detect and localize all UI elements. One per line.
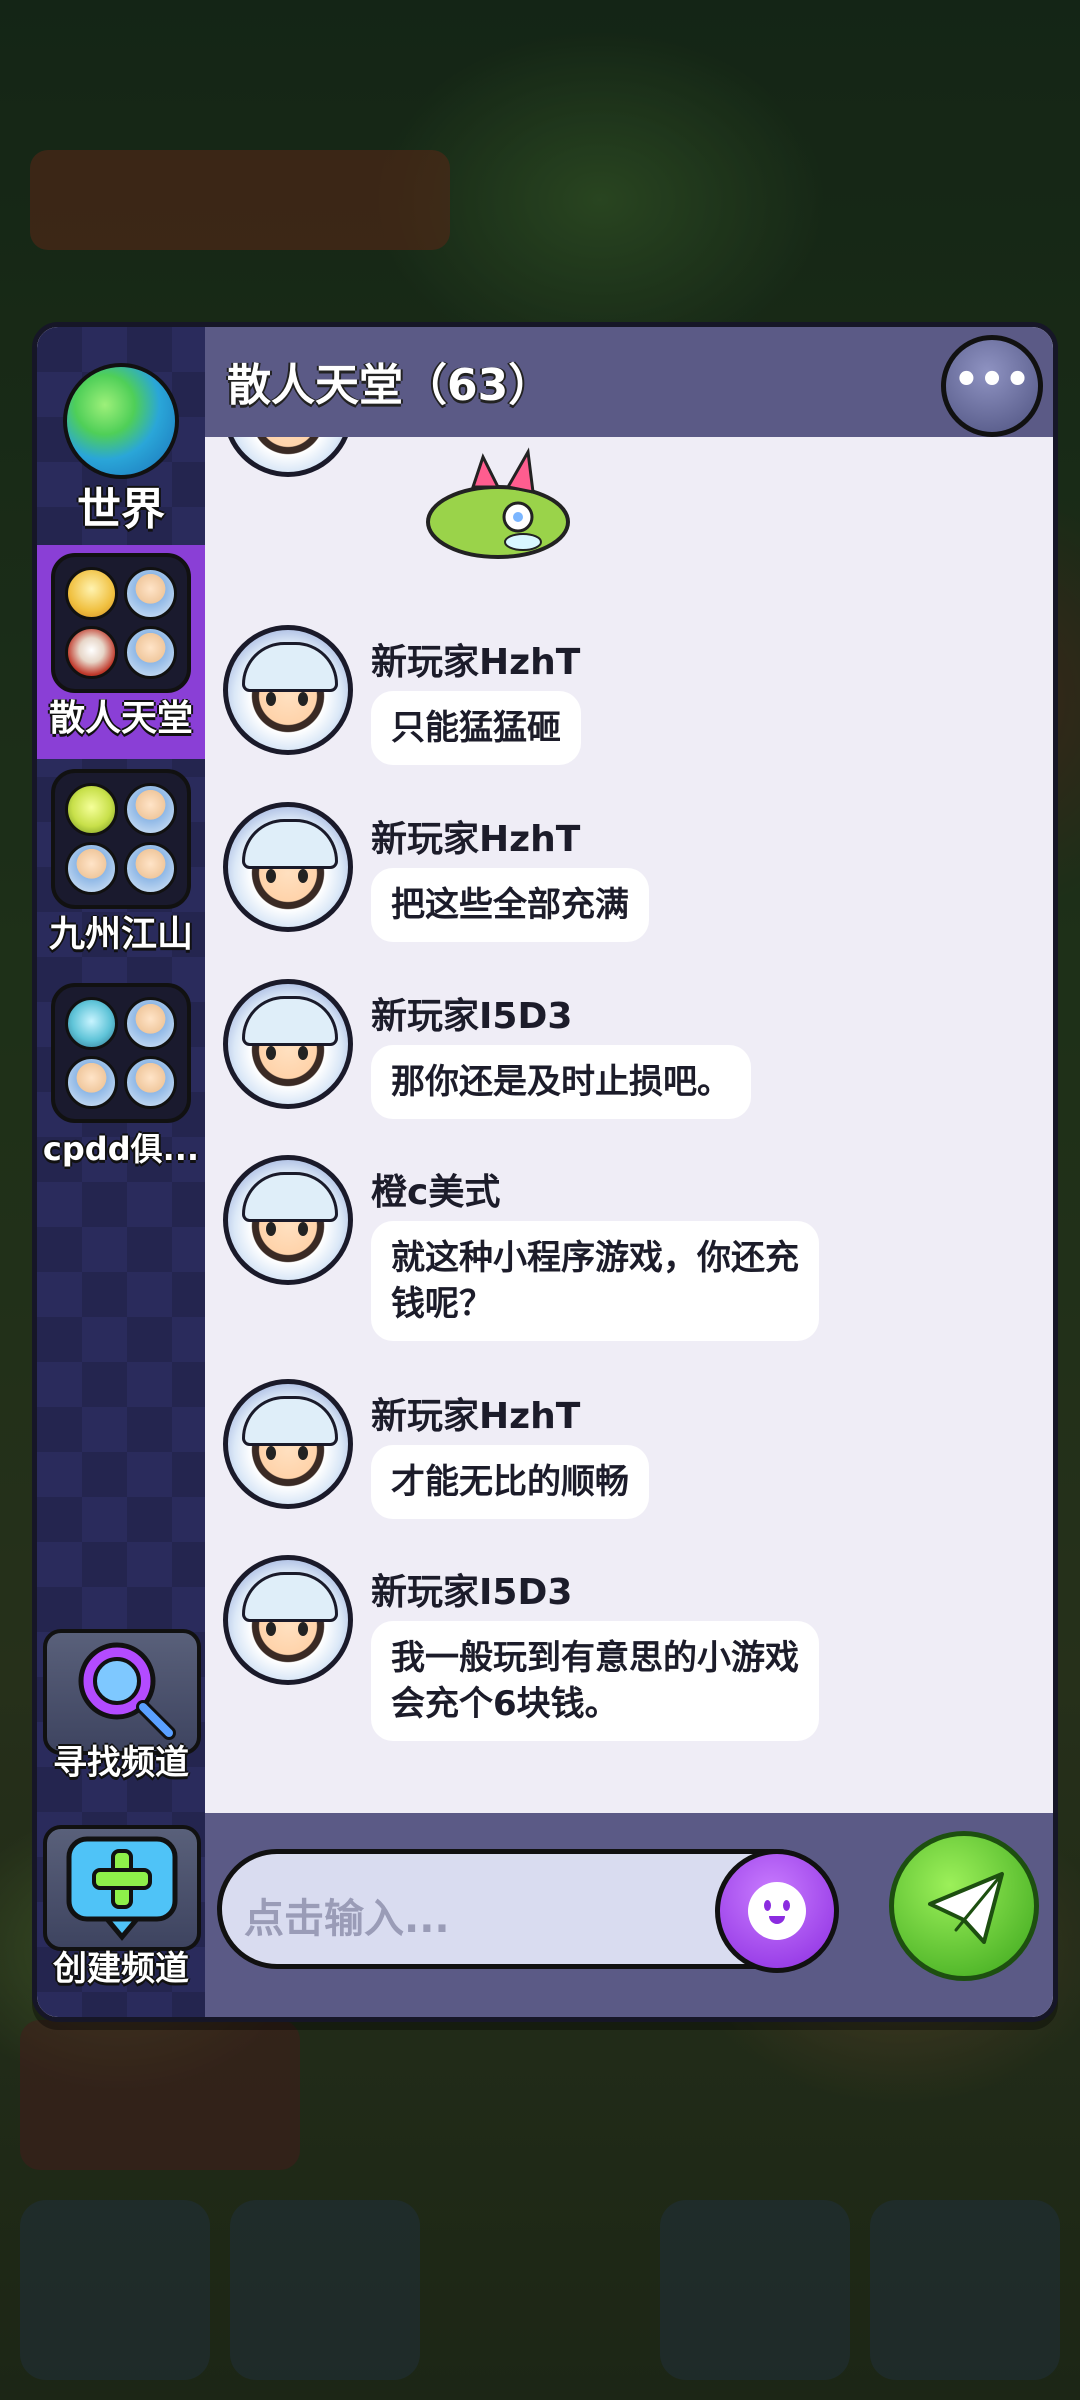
plus-chat-icon [66,1836,178,1941]
globe-icon [63,363,179,479]
channel-label: 散人天堂 [48,699,193,739]
more-options-button[interactable]: ••• [941,335,1043,437]
sender-name: 橙c美式 [371,1172,501,1213]
channel-avatar-icon [51,769,191,909]
message-bubble: 那你还是及时止损吧。 [371,1045,751,1119]
channel-label: 世界 [77,485,165,535]
chat-panel: 世界 散人天堂 九州江山 cpdd俱... 寻找频道 创建频道 散人天堂（63）… [32,322,1058,2022]
more-icon: ••• [953,357,1031,403]
message-bubble: 就这种小程序游戏，你还充 钱呢？ [371,1221,819,1341]
emoji-icon [748,1882,806,1940]
sender-name: 新玩家HzhT [371,819,581,860]
sender-name: 新玩家I5D3 [371,1572,573,1613]
send-icon [928,1872,1004,1944]
message-bubble: 把这些全部充满 [371,868,649,942]
channel-avatar-icon [51,553,191,693]
channel-cpdd[interactable]: cpdd俱... [37,983,205,1169]
message-list[interactable]: 新玩家HzhT 只能猛猛砸 新玩家HzhT 把这些全部充满 新玩家I5D3 那你… [205,437,1053,1813]
message-bubble: 我一般玩到有意思的小游戏 会充个6块钱。 [371,1621,819,1741]
avatar[interactable] [223,1555,353,1685]
input-placeholder: 点击输入... [244,1896,450,1942]
create-channel-button[interactable] [43,1825,201,1951]
avatar[interactable] [223,625,353,755]
avatar[interactable] [223,979,353,1109]
sender-name: 新玩家I5D3 [371,996,573,1037]
message-bubble: 才能无比的顺畅 [371,1445,649,1519]
sender-name: 新玩家HzhT [371,642,581,683]
channel-label: 九州江山 [48,915,193,955]
avatar[interactable] [223,1379,353,1509]
channel-avatar-icon [51,983,191,1123]
find-channel-label: 寻找频道 [53,1743,189,1783]
dinosaur-sticker-icon [426,447,570,559]
input-bar: 点击输入... [205,1813,1053,2017]
emoji-button[interactable] [715,1849,839,1973]
channel-title: 散人天堂（63） [227,360,553,411]
channel-jiuzhou[interactable]: 九州江山 [37,769,205,955]
chat-header: 散人天堂（63） ••• [205,327,1053,437]
channel-sanren[interactable]: 散人天堂 [37,545,205,759]
avatar[interactable] [223,437,353,477]
sender-name: 新玩家HzhT [371,1396,581,1437]
channel-sidebar: 世界 散人天堂 九州江山 cpdd俱... 寻找频道 创建频道 [37,327,205,2017]
magnifier-icon [78,1642,176,1740]
avatar[interactable] [223,1155,353,1285]
avatar[interactable] [223,802,353,932]
channel-world[interactable]: 世界 [37,363,205,535]
channel-label: cpdd俱... [42,1130,200,1168]
message-bubble: 只能猛猛砸 [371,691,581,765]
send-button[interactable] [889,1831,1039,1981]
create-channel-label: 创建频道 [53,1949,189,1989]
